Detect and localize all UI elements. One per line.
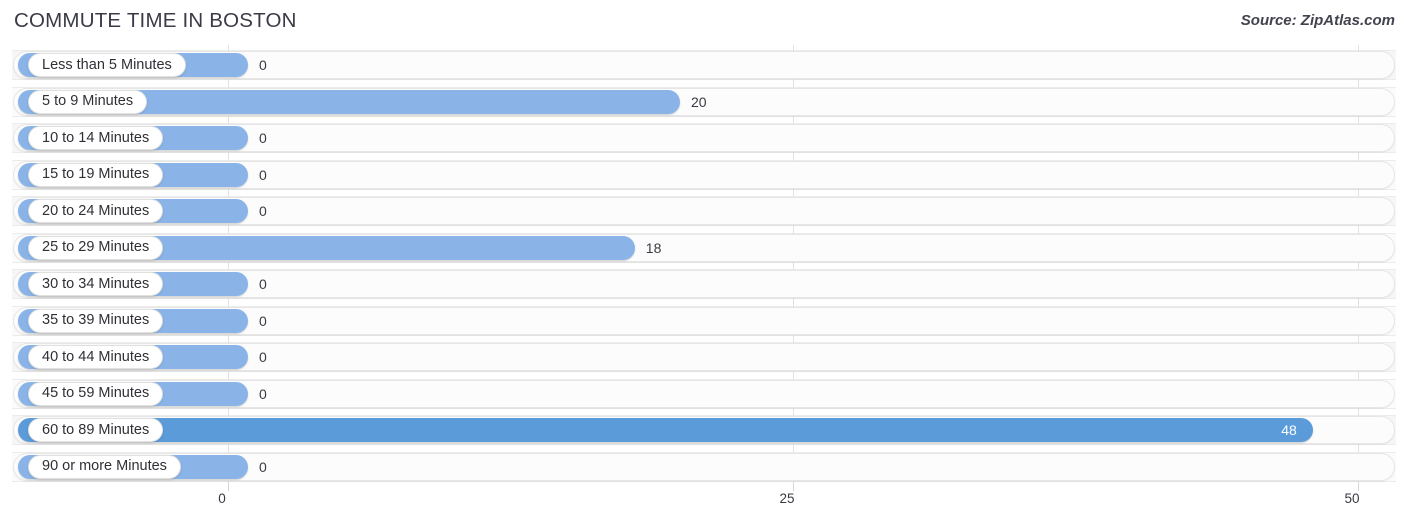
bar-category-label-text: 5 to 9 Minutes	[42, 93, 134, 110]
page-title: COMMUTE TIME IN BOSTON	[14, 9, 297, 32]
bar-row[interactable]: 45 to 59 Minutes 0	[0, 379, 1406, 409]
bar-value-label: 0	[259, 349, 267, 365]
bar-value-label: 0	[259, 312, 267, 329]
bar-row[interactable]: 5 to 9 Minutes 20	[0, 87, 1406, 117]
bar-row[interactable]: 30 to 34 Minutes 0	[0, 269, 1406, 299]
axis-tick-label: 0	[218, 491, 226, 506]
bar-category-label: Less than 5 Minutes	[28, 53, 186, 77]
bar-category-label: 30 to 34 Minutes	[28, 272, 164, 296]
bar-value-label: 20	[691, 93, 707, 110]
bar-value-label: 0	[259, 57, 267, 73]
bar-row[interactable]: 40 to 44 Minutes 0	[0, 342, 1406, 372]
bar[interactable]	[18, 418, 1313, 442]
bar-category-label: 20 to 24 Minutes	[28, 199, 164, 223]
bar-row[interactable]: 20 to 24 Minutes 0	[0, 196, 1406, 226]
bar-category-label-text: 30 to 34 Minutes	[42, 275, 150, 292]
axis-tick-mark	[228, 482, 229, 491]
bar-value-label: 0	[259, 276, 267, 292]
bar-value-label: 0	[259, 130, 267, 146]
bar-value-label: 0	[259, 166, 267, 183]
bar-category-label: 90 or more Minutes	[28, 454, 181, 479]
bar-value-label: 18	[645, 239, 662, 256]
x-axis: 0 25 50	[0, 482, 1406, 523]
bar-row[interactable]: 25 to 29 Minutes 18	[0, 233, 1406, 263]
chart-plot-area: Less than 5 Minutes 0 5 to 9 Minutes 20 10 t…	[0, 45, 1406, 482]
chart-header: COMMUTE TIME IN BOSTON Source: ZipAtlas.…	[0, 0, 1406, 45]
bar-category-label-text: 90 or more Minutes	[42, 458, 167, 475]
bar-category-label: 45 to 59 Minutes	[28, 381, 164, 406]
bar-category-label: 5 to 9 Minutes	[28, 89, 148, 114]
bar-category-label-text: 40 to 44 Minutes	[42, 348, 150, 365]
bar-category-label: 40 to 44 Minutes	[28, 345, 164, 369]
axis-tick-mark	[793, 482, 794, 491]
bar-category-label-text: 25 to 29 Minutes	[42, 239, 150, 256]
bar-category-label-text: 20 to 24 Minutes	[42, 202, 150, 219]
axis-tick-label: 50	[1344, 491, 1360, 506]
bar-category-label-text: 60 to 89 Minutes	[42, 421, 150, 438]
bar-category-label: 60 to 89 Minutes	[28, 418, 164, 442]
bar-value-label: 48	[1281, 422, 1297, 438]
bar-category-label: 35 to 39 Minutes	[28, 308, 164, 333]
bar-category-label-text: 35 to 39 Minutes	[42, 312, 150, 329]
bar-row[interactable]: 35 to 39 Minutes 0	[0, 306, 1406, 336]
bar-category-label-text: 15 to 19 Minutes	[42, 166, 150, 183]
bar-row[interactable]: 90 or more Minutes 0	[0, 452, 1406, 482]
bar-value-label: 0	[259, 458, 267, 475]
bar-category-label: 10 to 14 Minutes	[28, 126, 164, 150]
bar-category-label-text: Less than 5 Minutes	[42, 56, 172, 73]
bar-category-label-text: 10 to 14 Minutes	[42, 129, 150, 146]
bar-row[interactable]: 15 to 19 Minutes 0	[0, 160, 1406, 190]
bar-row[interactable]: Less than 5 Minutes 0	[0, 50, 1406, 80]
axis-tick-label: 25	[779, 491, 795, 506]
bar-row[interactable]: 10 to 14 Minutes 0	[0, 123, 1406, 153]
bar-row[interactable]: 60 to 89 Minutes 48	[0, 415, 1406, 445]
bar-value-label: 0	[259, 203, 267, 219]
source-attribution: Source: ZipAtlas.com	[1240, 12, 1395, 29]
bar-category-label: 15 to 19 Minutes	[28, 162, 164, 187]
bar-value-label: 0	[259, 385, 267, 402]
bar-category-label: 25 to 29 Minutes	[28, 235, 164, 260]
bar-category-label-text: 45 to 59 Minutes	[42, 385, 150, 402]
axis-tick-mark	[1358, 482, 1359, 491]
